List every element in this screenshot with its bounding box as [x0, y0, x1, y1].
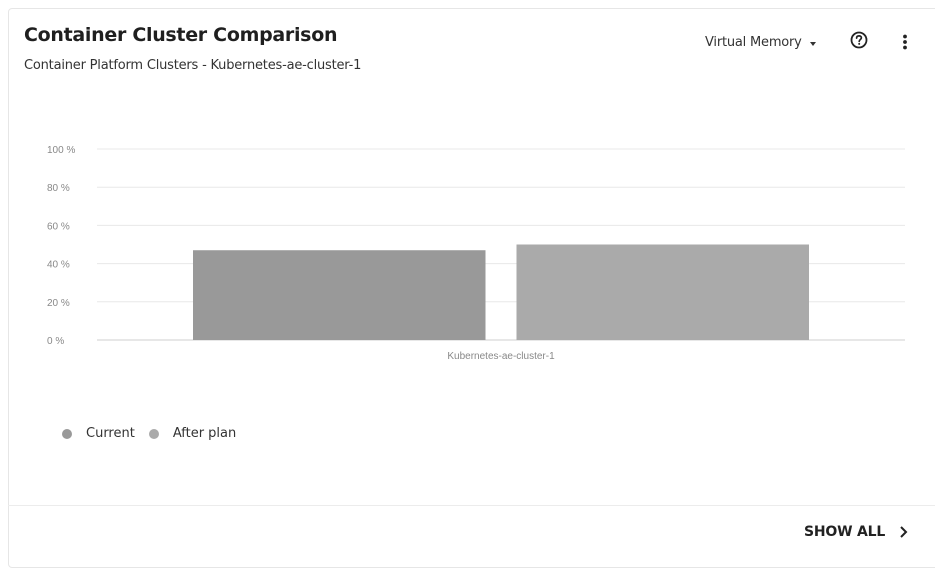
y-tick-label: 80 %	[47, 183, 70, 194]
footer-divider	[8, 505, 935, 506]
show-all-label: SHOW ALL	[804, 524, 886, 540]
y-tick-label: 0 %	[47, 336, 64, 347]
legend-item-current[interactable]: Current	[62, 426, 135, 441]
chevron-right-icon	[900, 526, 908, 538]
y-tick-label: 40 %	[47, 260, 70, 271]
legend-label-current: Current	[86, 426, 135, 441]
y-tick-label: 60 %	[47, 221, 70, 232]
x-category-label: Kubernetes-ae-cluster-1	[447, 351, 555, 362]
y-tick-label: 20 %	[47, 298, 70, 309]
show-all-button[interactable]: SHOW ALL	[804, 524, 908, 540]
chart-legend: Current After plan	[62, 426, 250, 441]
y-tick-label: 100 %	[47, 145, 75, 156]
bar-chart: 0 % 20 % 40 % 60 % 80 % 100 % Kubernetes-ae-cl…	[47, 145, 905, 362]
legend-dot-after-plan	[148, 428, 159, 439]
bar-current[interactable]	[193, 250, 486, 340]
bar-after-plan[interactable]	[516, 244, 810, 341]
legend-item-after-plan[interactable]: After plan	[148, 426, 237, 441]
legend-dot-current	[62, 428, 72, 439]
legend-label-after-plan: After plan	[172, 426, 237, 441]
